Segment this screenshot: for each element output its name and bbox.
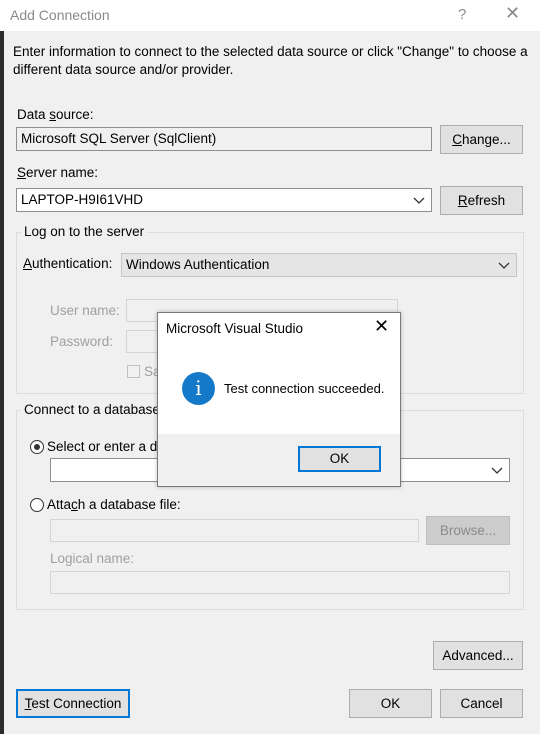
change-button[interactable]: Change... [440,125,523,154]
server-name-label: Server name: [17,165,99,180]
chevron-down-icon [413,197,425,204]
chevron-down-icon [498,262,510,269]
database-group-title: Connect to a database [21,402,163,417]
help-button[interactable]: ? [458,6,466,23]
cancel-button[interactable]: Cancel [440,689,523,718]
save-password-checkbox[interactable] [127,365,140,378]
authentication-value: Windows Authentication [126,257,270,272]
background-window-edge [0,31,4,734]
data-source-field[interactable]: Microsoft SQL Server (SqlClient) [16,127,432,151]
message-box: Microsoft Visual Studio ✕ i Test connect… [157,312,401,487]
password-label: Password: [50,334,114,349]
server-name-combo[interactable]: LAPTOP-H9I61VHD [16,188,432,212]
attach-database-radio[interactable] [30,498,44,512]
advanced-button[interactable]: Advanced... [433,641,523,670]
browse-button[interactable]: Browse... [426,516,510,545]
attach-file-input[interactable] [50,519,419,542]
window-title: Add Connection [10,7,110,23]
logical-name-input[interactable] [50,571,510,594]
logical-name-label: Logical name: [50,551,135,566]
message-box-close-button[interactable]: ✕ [374,316,389,337]
chevron-down-icon [491,467,503,474]
logon-group-title: Log on to the server [21,224,148,239]
info-icon: i [182,372,215,405]
ok-button[interactable]: OK [349,689,432,718]
refresh-button[interactable]: Refresh [440,186,523,215]
intro-text: Enter information to connect to the sele… [13,44,528,77]
user-name-label: User name: [50,303,120,318]
select-database-label: Select or enter a da [47,439,165,454]
message-box-ok-button[interactable]: OK [298,446,381,472]
select-database-radio[interactable] [30,440,44,454]
message-text: Test connection succeeded. [224,381,385,396]
authentication-combo[interactable]: Windows Authentication [121,253,517,277]
message-box-title: Microsoft Visual Studio [166,321,304,336]
test-connection-button[interactable]: Test Connection [16,689,130,718]
attach-database-label: Attach a database file: [47,497,181,512]
close-button[interactable]: ✕ [505,3,520,24]
data-source-label: Data source: [17,107,94,122]
authentication-label: Authentication: [23,256,113,271]
server-name-value: LAPTOP-H9I61VHD [21,192,144,207]
